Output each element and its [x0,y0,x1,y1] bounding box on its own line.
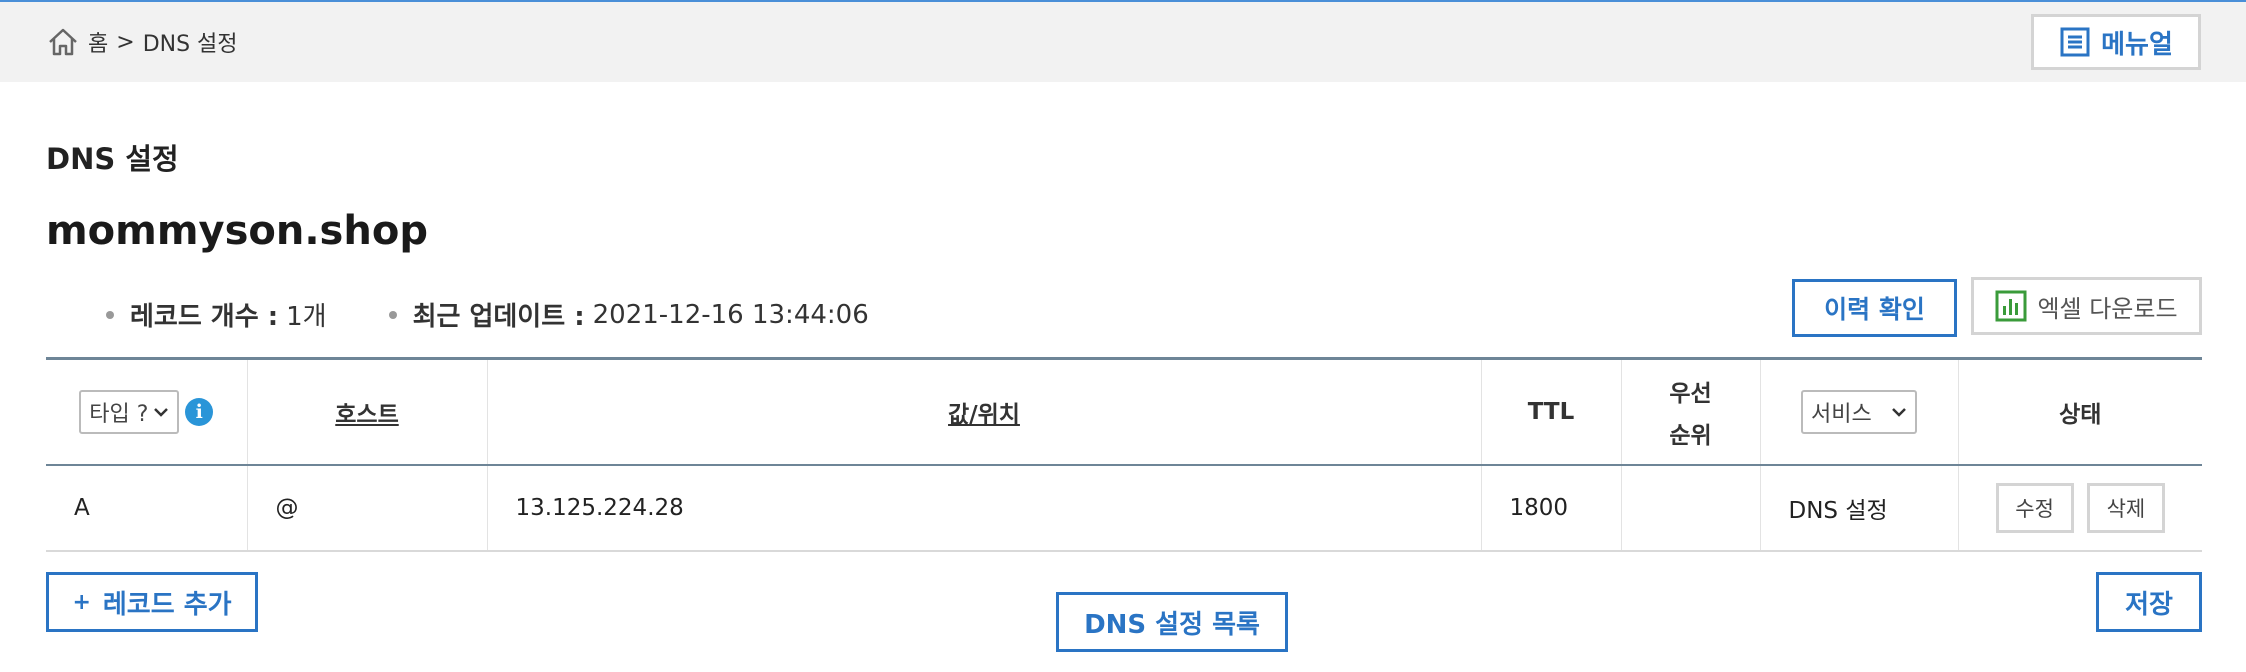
add-record-button[interactable]: + 레코드 추가 [46,572,258,632]
home-icon[interactable] [46,25,80,59]
record-count-value: 1개 [286,302,327,332]
delete-button-label: 삭제 [2106,497,2146,521]
ttl-header-label: TTL [1527,399,1575,425]
excel-download-label: 엑셀 다운로드 [2037,294,2178,323]
last-update-value: 2021-12-16 13:44:06 [592,299,869,330]
chevron-down-icon [1892,408,1906,417]
host-header-label: 호스트 [335,402,399,428]
record-value: 13.125.224.28 [487,465,1482,552]
plus-icon: + [72,589,91,615]
status-header-label: 상태 [2059,402,2102,428]
delete-button[interactable]: 삭제 [2086,483,2165,533]
edit-button-label: 수정 [2015,497,2054,521]
record-priority [1621,465,1761,552]
table-header-row: 타입 ? i 호스트 값/위치 TTL 우선 순위 서비스 상태 [46,358,2202,466]
dns-list-button[interactable]: DNS 설정 목록 [1056,592,1288,652]
value-header[interactable]: 값/위치 [487,358,1482,466]
table-row: A @ 13.125.224.28 1800 DNS 설정 수정 삭제 [46,465,2202,552]
priority-header: 우선 순위 [1621,358,1761,466]
bullet [106,310,114,319]
save-label: 저장 [2125,589,2173,620]
service-header: 서비스 [1760,358,1959,466]
excel-download-button[interactable]: 엑셀 다운로드 [1971,277,2202,335]
breadcrumb-home[interactable]: 홈 [88,26,108,58]
priority-header-line1: 우선 [1669,381,1712,407]
record-count-label: 레코드 개수 : [130,302,279,332]
domain-title: mommyson.shop [46,208,428,254]
breadcrumb: 홈 > DNS 설정 [46,24,238,60]
host-header[interactable]: 호스트 [247,358,488,466]
record-service: DNS 설정 [1760,465,1959,552]
bullet [388,310,397,319]
service-filter-value: 서비스 [1811,402,1872,427]
status-header: 상태 [1958,358,2202,466]
type-header: 타입 ? i [46,358,248,466]
manual-button[interactable]: 메뉴얼 [2031,14,2201,70]
service-filter-select[interactable]: 서비스 [1801,390,1917,434]
history-button-label: 이력 확인 [1824,295,1925,324]
dns-records-table: 타입 ? i 호스트 값/위치 TTL 우선 순위 서비스 상태 A @ 13.… [46,357,2202,552]
record-actions: 수정 삭제 [1958,465,2202,552]
breadcrumb-separator: > [116,29,135,55]
edit-button[interactable]: 수정 [1995,483,2074,533]
save-button[interactable]: 저장 [2096,572,2202,632]
info-icon[interactable]: i [185,398,214,426]
breadcrumb-current: DNS 설정 [142,32,238,57]
document-list-icon [2060,27,2090,57]
last-update-label: 최근 업데이트 : [412,302,585,332]
value-header-label: 값/위치 [948,402,1020,428]
type-filter-select[interactable]: 타입 ? [79,390,180,434]
chevron-down-icon [154,408,169,417]
add-record-label: 레코드 추가 [102,589,232,620]
record-type: A [46,465,248,552]
top-bar: 홈 > DNS 설정 메뉴얼 [0,0,2246,82]
priority-header-line2: 순위 [1669,423,1712,449]
section-title: DNS 설정 [46,142,179,176]
manual-button-label: 메뉴얼 [2101,29,2173,60]
ttl-header: TTL [1481,358,1622,466]
bar-chart-icon [1995,290,2027,322]
type-filter-value: 타입 ? [89,402,149,427]
dns-list-label: DNS 설정 목록 [1084,609,1260,640]
record-meta: 레코드 개수 : 1개 최근 업데이트 : 2021-12-16 13:44:0… [106,296,869,333]
history-button[interactable]: 이력 확인 [1792,279,1957,337]
record-ttl: 1800 [1481,465,1622,552]
record-host: @ [247,465,488,552]
